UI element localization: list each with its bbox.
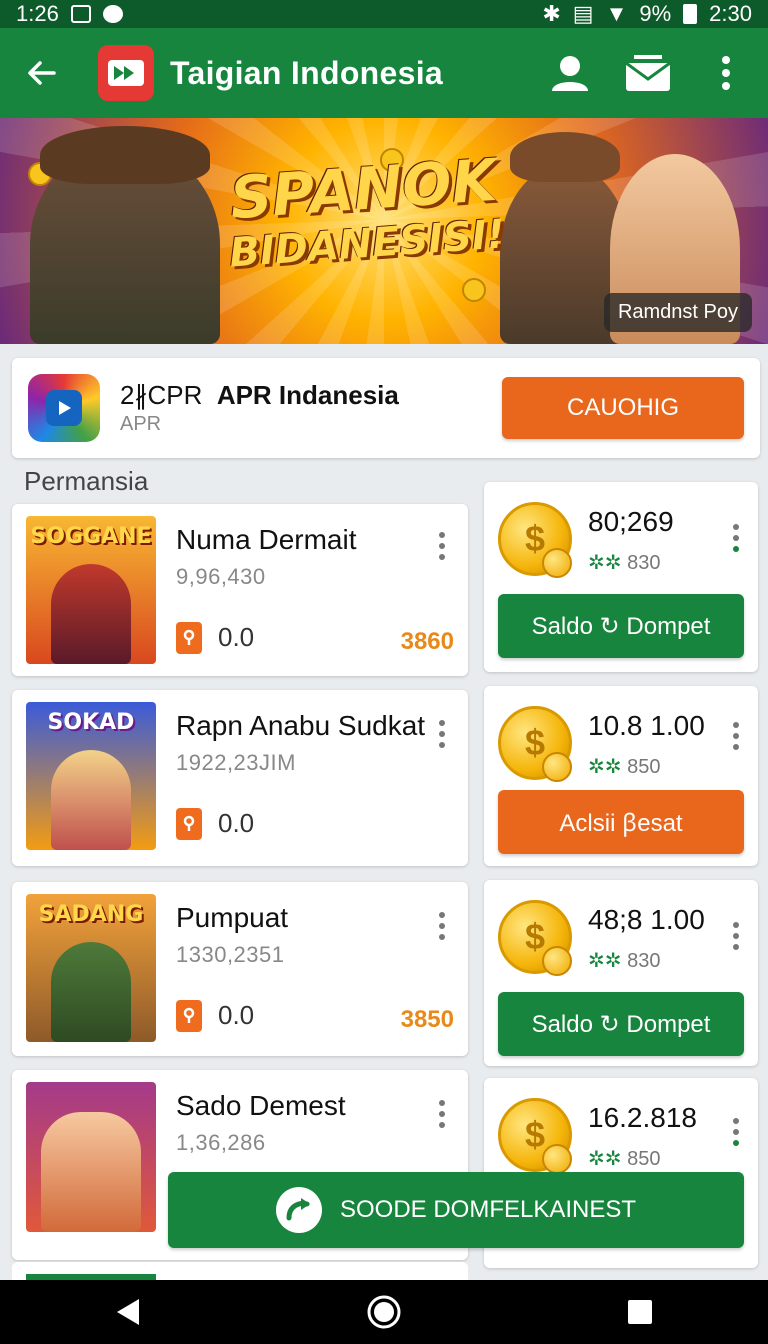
wallet-amount: 16.2.818 (588, 1102, 697, 1133)
floating-action-label: SOODE DOMFELKAINEST (339, 1196, 637, 1223)
game-name: Numa Dermait (176, 524, 357, 555)
location-pin-icon (176, 622, 202, 654)
coin-small-icon (542, 946, 572, 976)
wallet-card: $ 48;8 1.00 ✲✲ 830 Saldo ↻ Dompet (484, 880, 758, 1066)
nav-recents-icon (628, 1300, 652, 1324)
game-name: Sado Demest (176, 1090, 346, 1121)
banner-headline: SPANOK BIDANESISI! (197, 146, 534, 280)
game-card[interactable]: SOGGANE Numa Dermait 9,96,430 0.0 3860 (12, 504, 468, 676)
profile-button[interactable] (542, 45, 598, 101)
thumbnail-label: SOKAD (47, 710, 135, 735)
nav-recents-button[interactable] (610, 1282, 670, 1342)
status-time-right: 2:30 (709, 1, 752, 26)
battery-percent: 9% (639, 1, 672, 26)
app-logo-icon (98, 45, 154, 101)
back-button[interactable] (14, 45, 70, 101)
game-thumbnail: SOGGANE (26, 516, 156, 664)
coin-small-icon (542, 1144, 572, 1174)
game-rating: 0.0 (218, 1000, 255, 1030)
refresh-arrow-icon (275, 1187, 322, 1233)
wallet-sub: ✲✲ 850 (588, 756, 661, 778)
game-more-button[interactable] (430, 526, 454, 566)
mail-icon (625, 55, 671, 91)
coin-small-icon (542, 548, 572, 578)
game-stats: 1330,2351 (176, 942, 285, 967)
vibrate-icon: ▤ (572, 1, 594, 26)
game-more-button[interactable] (430, 906, 454, 946)
game-stats: 9,96,430 (176, 564, 266, 589)
featured-app-card[interactable]: 2∦CPR APR Indanesia APR CAUOHIG (12, 358, 760, 458)
app-bar: Taigian Indonesia (0, 28, 768, 118)
nav-back-icon (117, 1299, 139, 1325)
nav-home-button[interactable] (354, 1282, 414, 1342)
saldo-dompet-button[interactable]: Saldo ↻ Dompet (498, 992, 744, 1056)
game-name: Pumpuat (176, 902, 289, 933)
bluetooth-icon: ✱ (542, 1, 561, 26)
app-title: Taigian Indonesia (170, 54, 443, 91)
wallet-more-button[interactable] (724, 1112, 748, 1152)
wallet-sub: ✲✲ 830 (588, 950, 661, 972)
banner-cowboy-hat (40, 126, 210, 184)
mail-button[interactable] (620, 45, 676, 101)
thumbnail-label: SOGGANE (30, 524, 152, 549)
featured-app-title: 2∦CPR APR Indanesia (120, 380, 399, 410)
more-options-button[interactable] (698, 45, 754, 101)
wallet-sub: ✲✲ 830 (588, 552, 661, 574)
location-pin-icon (176, 808, 202, 840)
location-pin-icon (176, 1000, 202, 1032)
game-stats: 1,36,286 (176, 1130, 266, 1155)
featured-app-button[interactable]: CAUOHIG (502, 377, 744, 439)
saldo-dompet-button[interactable]: Saldo ↻ Dompet (498, 594, 744, 658)
coin-small-icon (542, 752, 572, 782)
section-title: Permansia (24, 466, 149, 496)
game-thumbnail (26, 1082, 156, 1232)
thumbnail-character (51, 564, 131, 664)
promo-banner[interactable]: SPANOK BIDANESISI! Ramdnst Poy (0, 118, 768, 344)
status-time-left: 1:26 (16, 1, 59, 26)
game-name: Rapn Anabu Sudkat (176, 710, 426, 741)
game-thumbnail: SADANG (26, 894, 156, 1042)
back-arrow-icon (28, 61, 56, 85)
profile-icon (552, 56, 588, 91)
thumbnail-character (51, 942, 131, 1042)
game-thumbnail: SOKAD (26, 702, 156, 850)
game-card[interactable]: SADANG Pumpuat 1330,2351 0.0 3850 (12, 882, 468, 1056)
game-count: 3850 (400, 1006, 454, 1033)
wallet-card: $ 80;269 ✲✲ 830 Saldo ↻ Dompet (484, 482, 758, 672)
wallet-amount: 80;269 (588, 506, 674, 537)
game-rating: 0.0 (218, 622, 255, 652)
thumbnail-character (41, 1112, 141, 1232)
coin-decoration (462, 278, 486, 302)
game-count: 3860 (400, 628, 454, 655)
nav-back-button[interactable] (98, 1282, 158, 1342)
wallet-more-button[interactable] (724, 518, 748, 558)
notification-icon (70, 5, 91, 23)
game-more-button[interactable] (430, 714, 454, 754)
wallet-sub: ✲✲ 850 (588, 1148, 661, 1170)
wallet-card: $ 10.8 1.00 ✲✲ 850 Aclsii ꞵesat (484, 686, 758, 866)
thumbnail-label: SADANG (38, 902, 144, 927)
aclsii-besat-button[interactable]: Aclsii ꞵesat (498, 790, 744, 854)
system-nav-bar (0, 1280, 768, 1344)
wifi-icon: ▼ (605, 1, 628, 26)
game-card[interactable]: SOKAD Rapn Anabu Sudkat 1922,23JIM 0.0 (12, 690, 468, 866)
wallet-amount: 10.8 1.00 (588, 710, 705, 741)
featured-app-subtitle: APR (120, 413, 162, 435)
game-rating: 0.0 (218, 808, 255, 838)
game-more-button[interactable] (430, 1094, 454, 1134)
wallet-more-button[interactable] (724, 916, 748, 956)
wallet-more-button[interactable] (724, 716, 748, 756)
banner-tag: Ramdnst Poy (603, 293, 752, 332)
battery-icon (683, 4, 698, 24)
game-stats: 1922,23JIM (176, 750, 296, 775)
thumbnail-character (51, 750, 131, 850)
status-bar: 1:26 ✱ ▤ ▼ 9% 2:30 (0, 0, 768, 28)
floating-action-bar[interactable]: SOODE DOMFELKAINEST (168, 1172, 744, 1248)
nav-home-icon (367, 1295, 401, 1329)
more-vert-icon (722, 56, 730, 90)
wallet-amount: 48;8 1.00 (588, 904, 705, 935)
chat-notification-icon (102, 5, 123, 23)
featured-app-icon (28, 374, 100, 442)
